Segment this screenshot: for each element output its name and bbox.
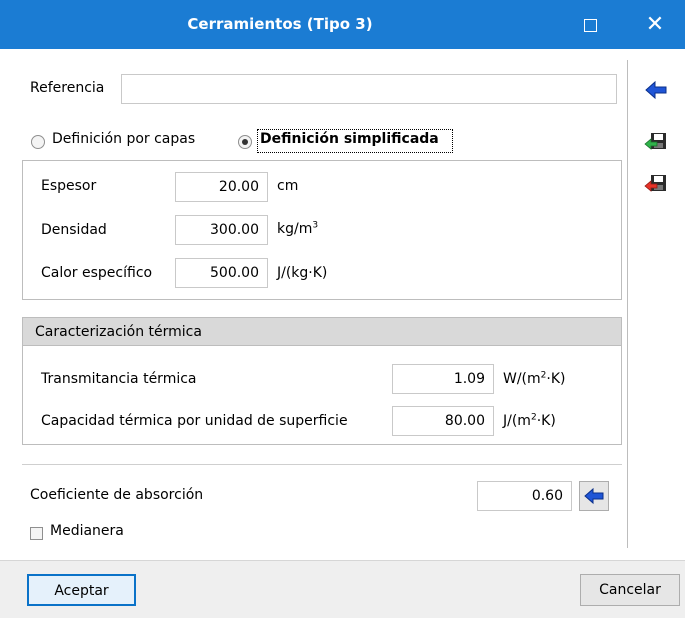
close-icon: ✕ xyxy=(645,12,665,37)
radio-layers-label: Definición por capas xyxy=(52,131,196,147)
density-label: Densidad xyxy=(41,222,107,238)
transmittance-input[interactable]: 1.09 xyxy=(392,364,494,394)
side-arrow-button[interactable] xyxy=(643,77,669,103)
separator xyxy=(22,464,622,465)
thickness-input[interactable]: 20.00 xyxy=(175,172,268,202)
density-unit: kg/m3 xyxy=(277,220,319,237)
cancel-button[interactable]: Cancelar xyxy=(580,574,680,606)
radio-button-simplified[interactable] xyxy=(238,135,252,149)
arrow-left-icon xyxy=(645,80,667,100)
reference-input[interactable] xyxy=(121,74,617,104)
absorption-input[interactable]: 0.60 xyxy=(477,481,572,511)
save-to-library-button[interactable] xyxy=(643,130,669,156)
radio-simplified-label: Definición simplificada xyxy=(260,131,439,147)
capacity-input[interactable]: 80.00 xyxy=(392,406,494,436)
medianera-label: Medianera xyxy=(50,523,124,539)
absorption-select-button[interactable] xyxy=(579,481,609,511)
capacity-unit: J/(m2·K) xyxy=(503,412,556,429)
close-button[interactable]: ✕ xyxy=(630,0,680,49)
capacity-label: Capacidad térmica por unidad de superfic… xyxy=(41,413,348,429)
thermal-group-header: Caracterización térmica xyxy=(23,318,621,346)
side-divider xyxy=(627,60,628,548)
title-bar: Cerramientos (Tipo 3) ✕ xyxy=(0,0,685,49)
density-input[interactable]: 300.00 xyxy=(175,215,268,245)
arrow-left-icon xyxy=(584,487,604,505)
specific-heat-input[interactable]: 500.00 xyxy=(175,258,268,288)
radio-button-layers[interactable] xyxy=(31,135,45,149)
thickness-unit: cm xyxy=(277,178,299,194)
window-title: Cerramientos (Tipo 3) xyxy=(187,15,373,33)
maximize-button[interactable] xyxy=(565,0,615,49)
thickness-label: Espesor xyxy=(41,178,97,194)
specific-heat-unit: J/(kg·K) xyxy=(277,265,328,281)
reference-label: Referencia xyxy=(30,80,105,96)
load-from-library-icon xyxy=(644,175,666,192)
load-from-library-button[interactable] xyxy=(643,172,669,198)
specific-heat-label: Calor específico xyxy=(41,265,153,281)
save-to-library-icon xyxy=(644,133,666,150)
medianera-checkbox[interactable] xyxy=(30,527,43,540)
dialog-window: Cerramientos (Tipo 3) ✕ Referencia Defin… xyxy=(0,0,685,618)
accept-button[interactable]: Aceptar xyxy=(27,574,136,606)
transmittance-label: Transmitancia térmica xyxy=(41,371,197,387)
absorption-label: Coeficiente de absorción xyxy=(30,487,204,503)
transmittance-unit: W/(m2·K) xyxy=(503,370,566,387)
maximize-icon xyxy=(583,18,597,32)
